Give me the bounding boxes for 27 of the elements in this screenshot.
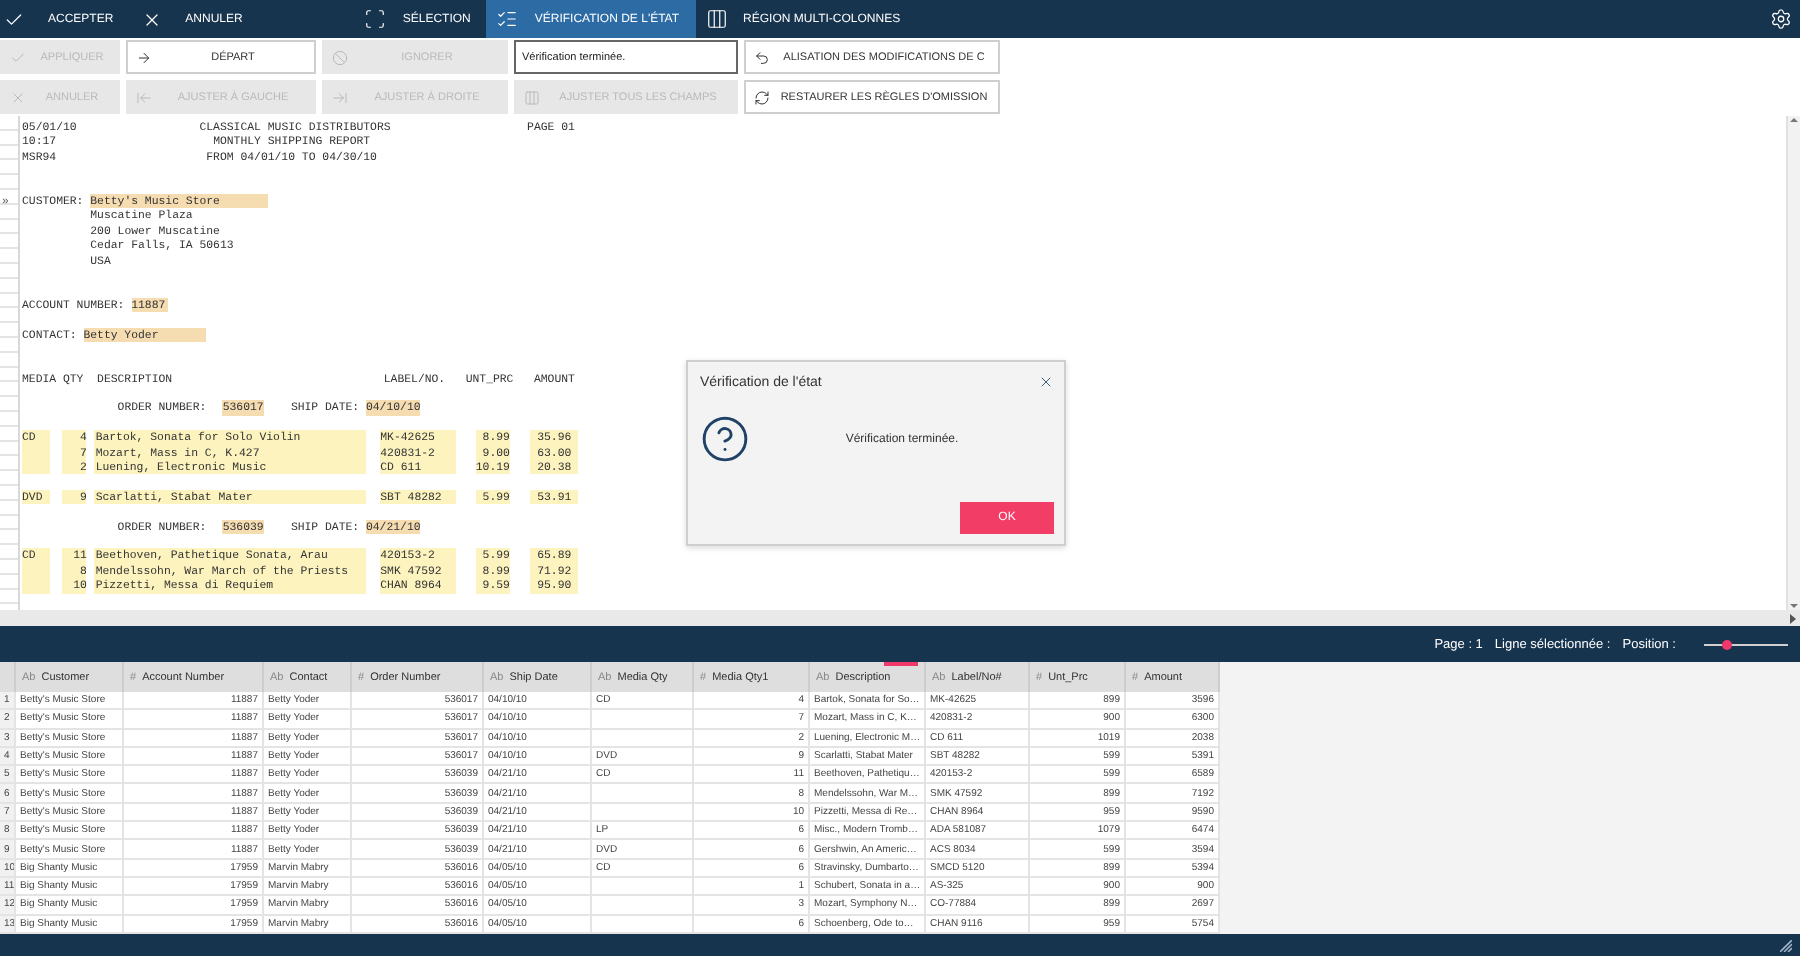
align-left-icon — [136, 89, 152, 105]
close-icon — [1038, 374, 1054, 390]
selection-icon — [364, 8, 387, 30]
column-marker — [884, 662, 918, 666]
resize-grip-icon — [1780, 939, 1792, 951]
settings-icon — [1770, 8, 1792, 30]
close-icon — [141, 9, 162, 29]
check-icon — [10, 49, 26, 65]
header-corner — [0, 662, 16, 692]
close-icon — [10, 89, 26, 105]
vertical-scrollbar[interactable] — [1786, 116, 1800, 610]
align-right-icon — [332, 89, 348, 105]
table-cell — [592, 710, 694, 730]
columns-icon — [524, 89, 540, 105]
table-cell — [592, 896, 694, 916]
question-icon — [700, 414, 750, 464]
scroll-right-icon[interactable] — [1788, 613, 1796, 623]
close-button[interactable] — [1038, 374, 1054, 390]
arrow-right-icon — [136, 49, 152, 65]
columns-icon — [705, 8, 728, 30]
undo-icon — [754, 49, 770, 65]
table-cell — [592, 784, 694, 804]
slider-thumb[interactable] — [1722, 639, 1733, 649]
checklist-icon — [496, 8, 519, 30]
refresh-icon — [754, 89, 770, 105]
horizontal-scrollbar[interactable] — [0, 610, 1800, 626]
blocked-icon — [332, 49, 348, 65]
